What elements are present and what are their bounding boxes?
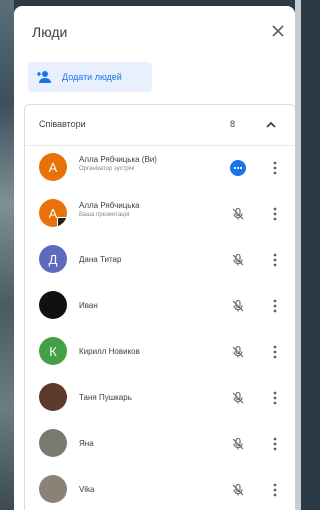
avatar: Д — [39, 245, 67, 273]
participant-row[interactable]: К Кирилл Новиков — [25, 329, 295, 375]
participant-row[interactable]: Таня Пушкарь — [25, 375, 295, 421]
panel-header: Люди — [14, 6, 295, 58]
participant-subtitle: Ваша презентація — [79, 212, 130, 218]
avatar — [39, 429, 67, 457]
mic-off-icon — [229, 343, 247, 361]
people-panel: Люди Додати людей Співавтори 8 А Алла Ряб… — [14, 6, 295, 510]
avatar — [39, 383, 67, 411]
avatar: А — [39, 153, 67, 181]
more-vert-icon[interactable] — [269, 387, 281, 409]
participant-row[interactable]: А Алла Рябчицька (Ви) Організатор зустрічі — [25, 145, 295, 191]
audio-level-icon — [229, 159, 247, 177]
section-header[interactable]: Співавтори 8 — [25, 105, 295, 146]
panel-title: Люди — [32, 24, 68, 40]
avatar — [39, 475, 67, 503]
participant-name: Алла Рябчицька (Ви) — [79, 155, 157, 164]
participant-row[interactable]: А Алла Рябчицька Ваша презентація — [25, 191, 295, 237]
more-vert-icon[interactable] — [269, 479, 281, 501]
add-people-button[interactable]: Додати людей — [28, 62, 152, 92]
close-icon — [272, 25, 284, 37]
participant-info: Дана Титар — [79, 255, 219, 264]
avatar: К — [39, 337, 67, 365]
participant-info: Алла Рябчицька (Ви) Організатор зустрічі — [79, 155, 219, 172]
participant-subtitle: Організатор зустрічі — [79, 166, 135, 172]
participant-name: Vika — [79, 485, 95, 494]
participant-row[interactable]: Vika — [25, 467, 295, 510]
mic-off-icon — [229, 251, 247, 269]
section-count: 8 — [230, 119, 236, 129]
participant-name: Яна — [79, 439, 94, 448]
more-vert-icon[interactable] — [269, 157, 281, 179]
participant-info: Алла Рябчицька Ваша презентація — [79, 201, 219, 218]
mic-off-icon — [229, 205, 247, 223]
participant-row[interactable]: Яна — [25, 421, 295, 467]
participant-name: Кирилл Новиков — [79, 347, 140, 356]
avatar — [39, 291, 67, 319]
mic-off-icon — [229, 435, 247, 453]
avatar: А — [39, 199, 67, 227]
mic-off-icon — [229, 297, 247, 315]
more-vert-icon[interactable] — [269, 341, 281, 363]
participant-name: Иван — [79, 301, 98, 310]
section-title: Співавтори — [39, 119, 86, 129]
participant-list: А Алла Рябчицька (Ви) Організатор зустрічі… — [25, 145, 295, 510]
chevron-up-icon[interactable] — [263, 117, 279, 133]
background-edge — [295, 0, 301, 510]
background-video-strip — [0, 0, 14, 510]
participant-info: Кирилл Новиков — [79, 347, 219, 356]
participant-info: Таня Пушкарь — [79, 393, 219, 402]
participant-info: Иван — [79, 301, 219, 310]
participant-name: Алла Рябчицька — [79, 201, 140, 210]
more-vert-icon[interactable] — [269, 433, 281, 455]
close-button[interactable] — [267, 20, 289, 42]
more-vert-icon[interactable] — [269, 203, 281, 225]
participant-name: Таня Пушкарь — [79, 393, 132, 402]
add-people-label: Додати людей — [62, 72, 122, 82]
participant-info: Vika — [79, 485, 219, 494]
more-vert-icon[interactable] — [269, 295, 281, 317]
contributors-section: Співавтори 8 А Алла Рябчицька (Ви) Організ… — [24, 104, 295, 510]
participant-info: Яна — [79, 439, 219, 448]
more-vert-icon[interactable] — [269, 249, 281, 271]
participant-name: Дана Титар — [79, 255, 122, 264]
person-add-icon — [37, 71, 51, 83]
mic-off-icon — [229, 481, 247, 499]
participant-row[interactable]: Д Дана Титар — [25, 237, 295, 283]
mic-off-icon — [229, 389, 247, 407]
participant-row[interactable]: Иван — [25, 283, 295, 329]
presenting-badge-icon — [57, 217, 67, 227]
